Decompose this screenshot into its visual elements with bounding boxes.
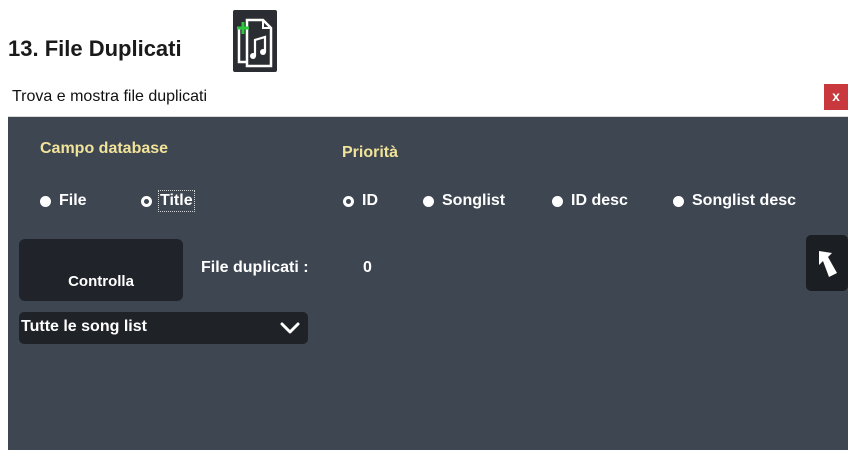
radio-priorita-id-desc[interactable]: ID desc (552, 192, 628, 210)
undo-arrow-icon (819, 251, 837, 277)
duplicate-files-dialog: Trova e mostra file duplicati x Campo da… (8, 79, 848, 450)
radio-priorita-songlist-desc[interactable]: Songlist desc (673, 192, 796, 210)
window-title: Trova e mostra file duplicati (12, 88, 208, 105)
songlist-select-value: Tutte le song list (21, 318, 147, 335)
radio-indicator-checked (141, 195, 152, 207)
chevron-down-icon (280, 321, 300, 335)
radio-indicator-checked (343, 195, 354, 207)
radio-label: Songlist (442, 192, 506, 209)
radio-indicator (673, 195, 684, 207)
duplicate-files-count: 0 (363, 259, 372, 276)
radio-indicator (40, 195, 51, 207)
undo-button[interactable] (806, 235, 848, 291)
radio-campo-file[interactable]: File (40, 192, 87, 210)
page-heading: 13. File Duplicati (8, 6, 408, 74)
close-button[interactable]: x (824, 84, 848, 110)
controlla-button[interactable]: Controlla (19, 239, 183, 301)
dialog-body: Campo database Priorità File Title ID So… (8, 117, 848, 450)
title-bar: Trova e mostra file duplicati x (8, 79, 848, 117)
radio-label: Songlist desc (692, 192, 797, 209)
songlist-select[interactable]: Tutte le song list (19, 312, 308, 344)
radio-indicator (423, 195, 434, 207)
radio-label: ID desc (571, 192, 628, 209)
priorita-label: Priorità (342, 144, 399, 161)
radio-label: ID (362, 192, 378, 209)
radio-priorita-songlist[interactable]: Songlist (423, 192, 505, 210)
duplicate-files-label: File duplicati : (201, 259, 309, 276)
radio-priorita-id[interactable]: ID (343, 192, 378, 210)
heading-title: 13. File Duplicati (8, 36, 182, 61)
music-file-duplicate-icon (233, 10, 277, 72)
radio-indicator (552, 195, 563, 207)
campo-database-label: Campo database (40, 140, 169, 157)
radio-label: Title (158, 190, 195, 212)
radio-campo-title[interactable]: Title (141, 190, 195, 212)
radio-label: File (59, 192, 87, 209)
